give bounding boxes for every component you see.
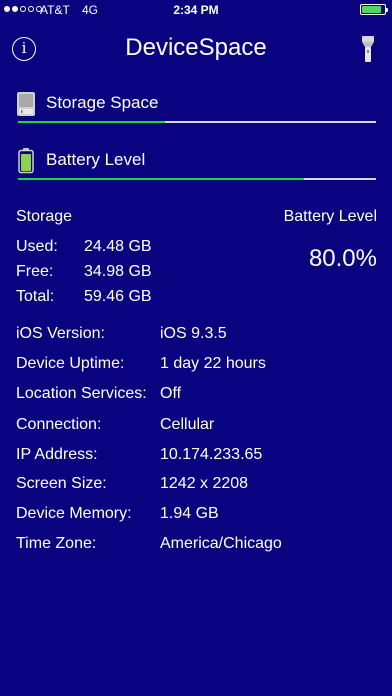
info-key: Device Uptime: <box>16 355 125 372</box>
storage-row-total: Total: 59.46 GB <box>16 288 216 310</box>
page-title: DeviceSpace <box>125 34 267 61</box>
info-row-location-services: Location Services: Off <box>16 385 376 407</box>
storage-value: 59.46 GB <box>84 288 152 305</box>
battery-percent: 80.0% <box>308 245 377 272</box>
info-key: Time Zone: <box>16 535 97 552</box>
info-value: 1.94 GB <box>160 505 219 522</box>
battery-meter: Battery Level <box>16 148 376 188</box>
info-key: Location Services: <box>16 385 147 402</box>
info-key: iOS Version: <box>16 325 105 342</box>
storage-key: Free: <box>16 263 54 280</box>
battery-status-icon <box>360 4 388 15</box>
storage-meter-label: Storage Space <box>46 93 159 112</box>
storage-progress-bar <box>18 121 376 123</box>
info-row-device-memory: Device Memory: 1.94 GB <box>16 505 376 527</box>
info-row-ip-address: IP Address: 10.174.233.65 <box>16 446 376 468</box>
info-value: iOS 9.3.5 <box>160 325 227 342</box>
info-value: Off <box>160 385 182 402</box>
info-value: Cellular <box>160 416 215 433</box>
info-key: Connection: <box>16 416 102 433</box>
info-row-device-uptime: Device Uptime: 1 day 22 hours <box>16 355 376 377</box>
info-value: 1242 x 2208 <box>160 475 249 492</box>
nav-bar: i DeviceSpace <box>0 30 392 70</box>
storage-key: Used: <box>16 238 58 255</box>
info-row-ios-version: iOS Version: iOS 9.3.5 <box>16 325 376 347</box>
info-key: IP Address: <box>16 446 98 463</box>
info-value: 1 day 22 hours <box>160 355 266 372</box>
info-key: Screen Size: <box>16 475 107 492</box>
info-key: Device Memory: <box>16 505 132 522</box>
storage-value: 24.48 GB <box>84 238 152 255</box>
storage-heading: Storage <box>16 208 73 225</box>
status-bar: AT&T 4G 2:34 PM <box>0 0 392 20</box>
info-row-time-zone: Time Zone: America/Chicago <box>16 535 376 557</box>
storage-row-used: Used: 24.48 GB <box>16 238 216 260</box>
storage-row-free: Free: 34.98 GB <box>16 263 216 285</box>
battery-progress-bar <box>18 178 376 180</box>
storage-key: Total: <box>16 288 55 305</box>
info-value: America/Chicago <box>160 535 282 552</box>
battery-icon <box>18 148 34 174</box>
info-value: 10.174.233.65 <box>160 446 263 463</box>
battery-heading: Battery Level <box>283 208 377 225</box>
storage-meter: Storage Space <box>16 91 376 131</box>
storage-value: 34.98 GB <box>84 263 152 280</box>
status-time: 2:34 PM <box>173 3 219 17</box>
hard-drive-icon <box>17 92 35 116</box>
flashlight-icon[interactable] <box>361 36 375 62</box>
battery-meter-label: Battery Level <box>46 150 146 169</box>
info-row-connection: Connection: Cellular <box>16 416 376 438</box>
info-row-screen-size: Screen Size: 1242 x 2208 <box>16 475 376 497</box>
